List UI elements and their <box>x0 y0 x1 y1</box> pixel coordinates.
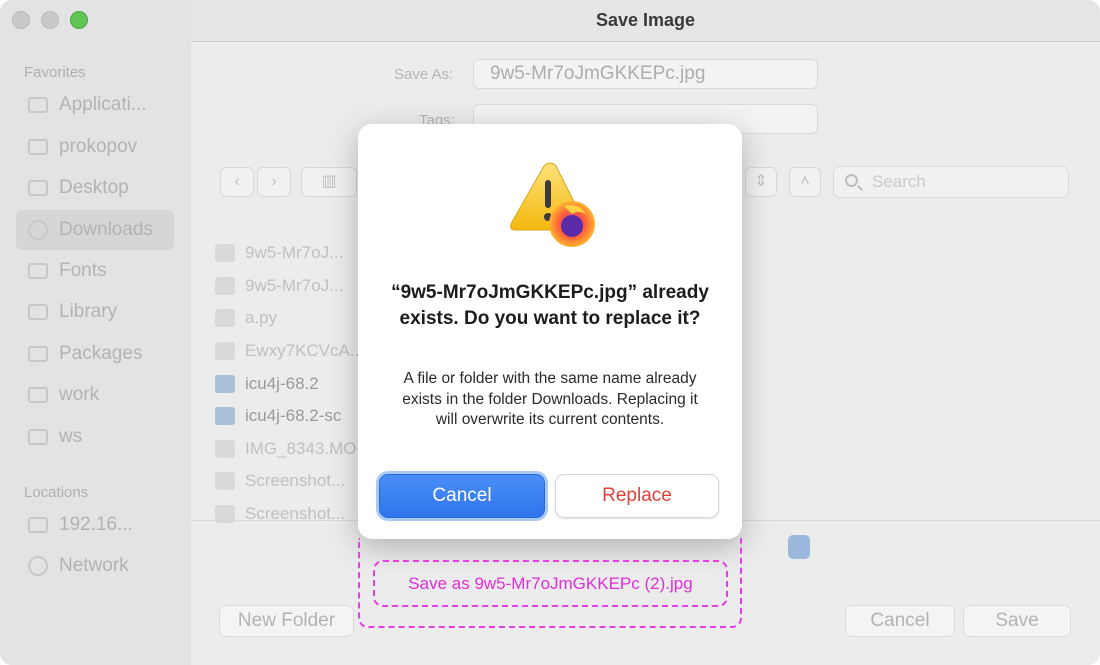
file-name: IMG_8343.MO <box>245 439 357 458</box>
sidebar-item-label: 192.16... <box>59 514 133 535</box>
folder-icon <box>28 346 48 362</box>
sidebar-item-packages[interactable]: Packages <box>16 334 174 374</box>
sidebar: Favorites Applicati... prokopov Desktop … <box>0 0 191 665</box>
home-icon <box>28 139 48 155</box>
list-item[interactable]: icu4j-68.2 <box>215 369 319 399</box>
desktop-icon <box>28 180 48 196</box>
sidebar-item-library[interactable]: Library <box>16 292 174 332</box>
downloads-icon <box>28 220 48 240</box>
locations-header: Locations <box>24 484 89 501</box>
collapse-button[interactable]: ˄ <box>789 167 821 197</box>
close-window-button[interactable] <box>12 11 30 29</box>
list-item[interactable]: 9w5-Mr7oJ... <box>215 238 343 268</box>
folder-icon <box>215 375 235 393</box>
folder-icon <box>28 387 48 403</box>
sidebar-item-label: Fonts <box>59 260 107 281</box>
file-name: a.py <box>245 308 278 327</box>
file-name: 9w5-Mr7oJ... <box>245 276 344 295</box>
folder-icon <box>28 263 48 279</box>
replace-button[interactable]: Replace <box>555 474 719 518</box>
sidebar-item-home[interactable]: prokopov <box>16 127 174 167</box>
view-mode-button[interactable]: ▥ <box>301 167 357 197</box>
save-dialog-window: Favorites Applicati... prokopov Desktop … <box>0 0 1100 665</box>
sidebar-item-label: Applicati... <box>59 94 147 115</box>
folder-icon <box>28 429 48 445</box>
window-title: Save Image <box>595 10 696 30</box>
search-input[interactable]: Search <box>833 166 1069 198</box>
minimize-window-button[interactable] <box>41 11 59 29</box>
save-button[interactable]: Save <box>963 605 1071 637</box>
forward-button[interactable]: › <box>257 167 291 197</box>
favorites-header: Favorites <box>24 64 86 81</box>
sidebar-item-label: Packages <box>59 343 143 364</box>
format-popup-stepper[interactable] <box>788 535 810 559</box>
save-as-input[interactable]: 9w5-Mr7oJmGKKEPc.jpg <box>473 59 818 89</box>
sidebar-item-network[interactable]: Network <box>16 546 174 586</box>
list-item[interactable]: a.py <box>215 303 277 333</box>
video-file-icon <box>215 440 235 458</box>
search-icon <box>845 174 858 187</box>
sidebar-item-downloads[interactable]: Downloads <box>16 210 174 250</box>
save-as-copy-button[interactable]: Save as 9w5-Mr7oJmGKKEPc (2).jpg <box>373 560 728 607</box>
sidebar-item-label: prokopov <box>59 136 138 157</box>
list-item[interactable]: IMG_8343.MO <box>215 434 357 464</box>
list-item[interactable]: Ewxy7KCVcA... <box>215 336 364 366</box>
new-folder-button[interactable]: New Folder <box>219 605 354 637</box>
search-icon-wrap <box>833 166 863 198</box>
sidebar-item-label: work <box>59 384 100 405</box>
network-icon <box>28 556 48 576</box>
library-icon <box>28 304 48 320</box>
back-button[interactable]: ‹ <box>220 167 254 197</box>
sidebar-item-desktop[interactable]: Desktop <box>16 168 174 208</box>
file-name: Ewxy7KCVcA... <box>245 341 365 360</box>
sidebar-item-label: Network <box>59 555 129 576</box>
list-item[interactable]: Screenshot... <box>215 499 345 529</box>
replace-alert: “9w5-Mr7oJmGKKEPc.jpg” already exists. D… <box>358 124 742 539</box>
sidebar-item-fonts[interactable]: Fonts <box>16 251 174 291</box>
sidebar-item-label: ws <box>59 426 83 447</box>
image-file-icon <box>215 277 235 295</box>
warning-icon <box>506 162 598 248</box>
python-file-icon <box>215 309 235 327</box>
location-popup-stepper[interactable]: ⇕ <box>745 167 777 197</box>
applications-icon <box>28 97 48 113</box>
computer-icon <box>28 517 48 533</box>
list-item[interactable]: icu4j-68.2-sc <box>215 401 341 431</box>
sidebar-item-server[interactable]: 192.16... <box>16 505 174 545</box>
sidebar-item-label: Library <box>59 301 118 322</box>
image-file-icon <box>215 244 235 262</box>
sidebar-item-label: Desktop <box>59 177 129 198</box>
zoom-window-button[interactable] <box>70 11 88 29</box>
list-item[interactable]: Screenshot... <box>215 466 345 496</box>
image-file-icon <box>215 472 235 490</box>
file-name: icu4j-68.2-sc <box>245 406 342 425</box>
file-name: icu4j-68.2 <box>245 374 319 393</box>
alert-message: A file or folder with the same name alre… <box>402 370 698 428</box>
cancel-button[interactable]: Cancel <box>845 605 955 637</box>
image-file-icon <box>215 342 235 360</box>
alert-cancel-button[interactable]: Cancel <box>379 474 545 518</box>
file-name: Screenshot... <box>245 471 346 490</box>
sidebar-item-label: Downloads <box>59 219 153 240</box>
sidebar-item-work[interactable]: work <box>16 375 174 415</box>
folder-icon <box>215 407 235 425</box>
save-as-label: Save As: <box>394 66 454 83</box>
alert-title: “9w5-Mr7oJmGKKEPc.jpg” already exists. D… <box>391 282 709 329</box>
file-name: 9w5-Mr7oJ... <box>245 243 344 262</box>
sidebar-item-ws[interactable]: ws <box>16 417 174 457</box>
file-name: Screenshot... <box>245 504 346 523</box>
sidebar-item-applications[interactable]: Applicati... <box>16 85 174 125</box>
titlebar: Save Image <box>191 0 1100 42</box>
list-item[interactable]: 9w5-Mr7oJ... <box>215 271 343 301</box>
